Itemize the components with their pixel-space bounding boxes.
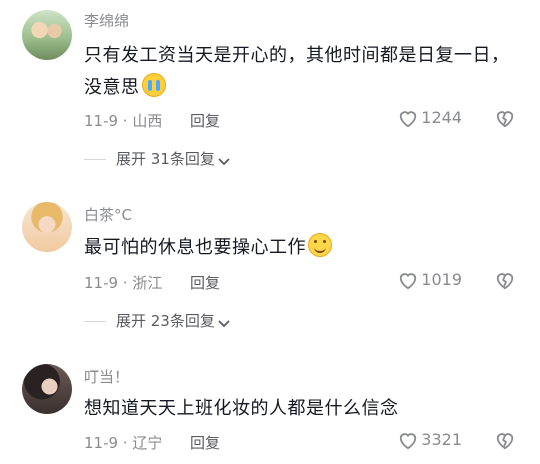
smiling-emoji-icon: [308, 233, 332, 257]
comment-text: 最可怕的休息也要操心工作: [84, 232, 514, 264]
username[interactable]: 白茶°C: [84, 204, 132, 225]
reply-button[interactable]: 回复: [190, 272, 220, 293]
chevron-down-icon: [218, 320, 230, 328]
divider-line: [84, 159, 106, 160]
heart-icon: [400, 273, 417, 290]
comment-text: 只有发工资当天是开心的，其他时间都是日复一日，没意思: [84, 45, 510, 98]
broken-heart-icon: [496, 111, 514, 128]
dislike-button[interactable]: [494, 270, 516, 294]
avatar[interactable]: [22, 202, 72, 252]
username[interactable]: 李绵绵: [84, 10, 129, 31]
dislike-button[interactable]: [494, 108, 516, 132]
broken-heart-icon: [496, 433, 514, 450]
reply-button[interactable]: 回复: [190, 110, 220, 131]
like-count: 1244: [421, 108, 462, 127]
like-button[interactable]: 1019: [397, 270, 462, 290]
like-button[interactable]: 1244: [397, 108, 462, 128]
avatar[interactable]: [22, 364, 72, 414]
dislike-button[interactable]: [494, 430, 516, 454]
username[interactable]: 叮当！: [84, 366, 129, 387]
heart-icon: [400, 111, 417, 128]
like-button[interactable]: 3321: [397, 430, 462, 450]
avatar[interactable]: [22, 10, 72, 60]
reply-button[interactable]: 回复: [190, 432, 220, 453]
crying-emoji-icon: [141, 73, 166, 97]
like-count: 1019: [421, 270, 462, 289]
comment-meta: 11-9 · 山西: [84, 112, 163, 130]
expand-replies-button[interactable]: 展开 23条回复: [84, 310, 230, 331]
divider-line: [84, 321, 106, 322]
expand-replies-button[interactable]: 展开 31条回复: [84, 148, 230, 169]
chevron-down-icon: [218, 158, 230, 166]
heart-icon: [400, 433, 417, 450]
like-count: 3321: [421, 430, 462, 449]
comment-text: 想知道天天上班化妆的人都是什么信念: [84, 398, 399, 419]
comment-meta: 11-9 · 辽宁: [84, 434, 163, 452]
broken-heart-icon: [496, 273, 514, 290]
comment-meta: 11-9 · 浙江: [84, 274, 163, 292]
